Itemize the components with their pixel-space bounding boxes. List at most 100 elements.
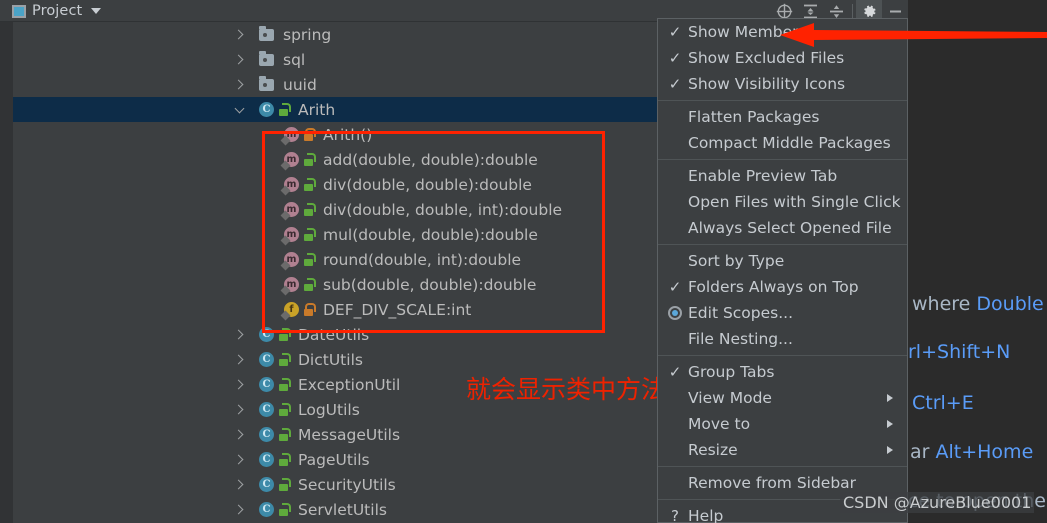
tree-row-icons: m sub(double, double):double — [284, 276, 536, 294]
chevron-right-icon[interactable] — [232, 47, 246, 72]
editor-hint-line: ar Alt+Home — [910, 441, 1033, 463]
menu-item-label: Open Files with Single Click — [688, 193, 901, 211]
chevron-right-icon[interactable] — [232, 72, 246, 97]
folder-icon — [259, 75, 274, 91]
menu-item[interactable]: Compact Middle Packages — [658, 130, 907, 156]
tree-row-icons: m div(double, double, int):double — [284, 201, 562, 219]
public-visibility-icon — [303, 153, 316, 166]
tree-row-icons: C Arith — [259, 101, 335, 119]
public-visibility-icon — [278, 478, 291, 491]
hint-text: ar — [910, 441, 936, 463]
hint-shortcut: Double — [976, 293, 1044, 315]
menu-item[interactable]: Flatten Packages — [658, 104, 907, 130]
menu-item[interactable]: ✓ Folders Always on Top — [658, 274, 907, 300]
public-visibility-icon — [278, 378, 291, 391]
tree-row-icons: C DateUtils — [259, 326, 369, 344]
screen-root: where Doublerl+Shift+NCtrl+Ear Alt+Homec… — [0, 0, 1047, 523]
tree-row-label: DictUtils — [298, 350, 363, 369]
menu-item-label: Always Select Opened File — [688, 219, 892, 237]
folder-icon — [259, 50, 274, 66]
public-visibility-icon — [278, 353, 291, 366]
menu-separator — [658, 466, 907, 467]
chevron-down-icon[interactable] — [91, 8, 102, 14]
tree-row-label: spring — [283, 25, 332, 44]
tree-row-icons: C DictUtils — [259, 351, 363, 369]
tree-row-label: sql — [283, 50, 306, 69]
project-options-context-menu[interactable]: ✓ Show Members ✓ Show Excluded Files ✓ Show V… — [657, 18, 908, 523]
chevron-down-icon[interactable] — [232, 97, 246, 122]
menu-item-label: Sort by Type — [688, 252, 785, 270]
tree-row-label: MessageUtils — [298, 425, 401, 444]
tree-row-label: Arith() — [323, 125, 373, 144]
tree-row-icons: uuid — [259, 75, 317, 94]
class-icon: C — [259, 502, 274, 517]
tree-row-label: ServletUtils — [298, 500, 387, 519]
chevron-right-icon[interactable] — [232, 447, 246, 472]
radio-selected-icon — [668, 306, 682, 320]
hint-shortcut: Ctrl+E — [912, 392, 974, 414]
method-icon: m — [284, 177, 299, 192]
toolbar-divider — [852, 4, 853, 18]
menu-item-label: Enable Preview Tab — [688, 167, 838, 185]
menu-item[interactable]: Enable Preview Tab — [658, 163, 907, 189]
public-visibility-icon — [278, 103, 291, 116]
class-icon: C — [259, 102, 274, 117]
chevron-right-icon[interactable] — [232, 422, 246, 447]
class-icon: C — [259, 452, 274, 467]
menu-item[interactable]: ✓ Show Members — [658, 19, 907, 45]
class-icon: C — [259, 377, 274, 392]
menu-item-label: Flatten Packages — [688, 108, 820, 126]
checkmark-icon: ✓ — [668, 278, 682, 296]
method-icon: m — [284, 127, 299, 142]
hint-text: where — [912, 293, 977, 315]
menu-item[interactable]: File Nesting... — [658, 326, 907, 352]
field-icon: f — [284, 302, 299, 317]
tree-row-label: round(double, int):double — [323, 250, 522, 269]
menu-item[interactable]: ✓ Show Excluded Files — [658, 45, 907, 71]
chevron-right-icon[interactable] — [232, 22, 246, 47]
chevron-right-icon[interactable] — [232, 472, 246, 497]
public-visibility-icon — [303, 278, 316, 291]
tree-row-label: mul(double, double):double — [323, 225, 538, 244]
menu-item[interactable]: Open Files with Single Click — [658, 189, 907, 215]
chevron-right-icon[interactable] — [232, 497, 246, 522]
chevron-right-icon[interactable] — [232, 322, 246, 347]
public-visibility-icon — [278, 503, 291, 516]
menu-item[interactable]: Resize — [658, 437, 907, 463]
checkmark-icon: ✓ — [668, 49, 682, 67]
menu-item[interactable]: Edit Scopes... — [658, 300, 907, 326]
tree-row-label: div(double, double):double — [323, 175, 532, 194]
tree-row-label: LogUtils — [298, 400, 360, 419]
project-title-group[interactable]: Project — [12, 0, 102, 22]
class-icon: C — [259, 352, 274, 367]
tree-row-label: Arith — [298, 100, 336, 119]
hint-shortcut: Alt+Home — [935, 441, 1034, 463]
tree-row-icons: C LogUtils — [259, 401, 360, 419]
menu-item[interactable]: View Mode — [658, 385, 907, 411]
project-panel-icon — [12, 4, 26, 18]
menu-item[interactable]: ✓ Show Visibility Icons — [658, 71, 907, 97]
editor-hint-line: Ctrl+E — [912, 392, 974, 414]
chevron-right-icon[interactable] — [232, 372, 246, 397]
menu-item-label: Folders Always on Top — [688, 278, 859, 296]
hint-shortcut: rl+Shift+N — [908, 341, 1011, 363]
menu-item-label: Move to — [688, 415, 751, 433]
method-icon: m — [284, 252, 299, 267]
menu-item[interactable]: Always Select Opened File — [658, 215, 907, 241]
menu-item-label: Compact Middle Packages — [688, 134, 891, 152]
chevron-right-icon[interactable] — [232, 347, 246, 372]
submenu-arrow-icon — [887, 420, 893, 428]
editor-hint-line: rl+Shift+N — [908, 341, 1010, 363]
public-visibility-icon — [303, 253, 316, 266]
menu-item[interactable]: ✓ Group Tabs — [658, 359, 907, 385]
chevron-right-icon[interactable] — [232, 397, 246, 422]
editor-hint-line: where Double — [912, 293, 1044, 315]
tree-row-icons: m mul(double, double):double — [284, 226, 538, 244]
menu-item-label: Group Tabs — [688, 363, 775, 381]
tool-window-gutter — [0, 22, 13, 523]
menu-item-label: Show Members — [688, 23, 807, 41]
menu-item-label: Edit Scopes... — [688, 304, 794, 322]
checkmark-icon: ✓ — [668, 363, 682, 381]
menu-item[interactable]: Sort by Type — [658, 248, 907, 274]
menu-item[interactable]: Move to — [658, 411, 907, 437]
